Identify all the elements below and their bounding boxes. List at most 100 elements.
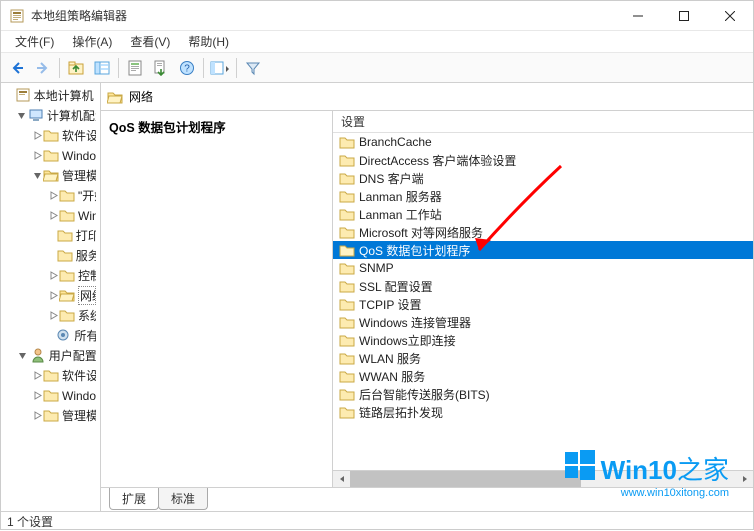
tree-user-config[interactable]: 用户配置 [1, 345, 100, 365]
status-text: 1 个设置 [7, 513, 53, 530]
list-item-label: Windows立即连接 [359, 332, 456, 349]
tree-cc-windows[interactable]: Windows 设置 [1, 145, 100, 165]
list-item[interactable]: BranchCache [333, 133, 753, 151]
maximize-button[interactable] [661, 1, 707, 30]
list-item[interactable]: Windows立即连接 [333, 331, 753, 349]
forward-button[interactable] [31, 56, 55, 80]
folder-icon [59, 307, 75, 323]
app-icon [9, 8, 25, 24]
tree-pane[interactable]: 本地计算机 策略 计算机配置 软件设置 Windows 设置 管理模板 [1, 83, 101, 511]
tree-system[interactable]: 系统 [1, 305, 100, 325]
list-item-label: Lanman 工作站 [359, 206, 442, 223]
list-item[interactable]: Microsoft 对等网络服务 [333, 223, 753, 241]
menu-help[interactable]: 帮助(H) [180, 31, 237, 52]
folder-icon [59, 267, 75, 283]
chevron-right-icon[interactable] [49, 209, 58, 221]
list-item[interactable]: 链路层拓扑发现 [333, 403, 753, 421]
tree-uc-windows[interactable]: Windows 设置 [1, 385, 100, 405]
tree-server[interactable]: 服务器 [1, 245, 100, 265]
tab-standard[interactable]: 标准 [158, 488, 208, 510]
tree-control-panel[interactable]: 控制面板 [1, 265, 100, 285]
menu-file[interactable]: 文件(F) [7, 31, 62, 52]
list-item[interactable]: QoS 数据包计划程序 [333, 241, 753, 259]
chevron-right-icon[interactable] [33, 129, 42, 141]
folder-icon [339, 350, 355, 366]
export-list-button[interactable] [149, 56, 173, 80]
scroll-left-icon[interactable] [333, 471, 350, 487]
chevron-right-icon[interactable] [33, 409, 42, 421]
list-item[interactable]: 后台智能传送服务(BITS) [333, 385, 753, 403]
menu-view[interactable]: 查看(V) [122, 31, 178, 52]
list-item[interactable]: Lanman 工作站 [333, 205, 753, 223]
folder-icon [43, 367, 59, 383]
computer-icon [28, 107, 44, 123]
list-item-label: Microsoft 对等网络服务 [359, 224, 483, 241]
list-item-label: DNS 客户端 [359, 170, 424, 187]
list-item[interactable]: Windows 连接管理器 [333, 313, 753, 331]
folder-icon [43, 147, 59, 163]
view-mode-button[interactable] [208, 56, 232, 80]
folder-icon [59, 207, 75, 223]
chevron-down-icon[interactable] [17, 349, 29, 361]
folder-icon [339, 386, 355, 402]
tree-all-settings[interactable]: 所有设置 [1, 325, 100, 345]
folder-icon [339, 260, 355, 276]
list-item-label: DirectAccess 客户端体验设置 [359, 152, 516, 169]
folder-icon [339, 368, 355, 384]
tree-start-menu[interactable]: "开始"菜单和 [1, 185, 100, 205]
column-header-settings[interactable]: 设置 [333, 111, 753, 133]
list-item[interactable]: WWAN 服务 [333, 367, 753, 385]
menu-action[interactable]: 操作(A) [64, 31, 120, 52]
chevron-right-icon[interactable] [33, 369, 42, 381]
tab-extended[interactable]: 扩展 [109, 488, 159, 510]
folder-icon [339, 242, 355, 258]
folder-open-icon [107, 89, 123, 105]
tree-root[interactable]: 本地计算机 策略 [1, 85, 100, 105]
tree-cc-admin-templates[interactable]: 管理模板 [1, 165, 100, 185]
scroll-right-icon[interactable] [736, 471, 753, 487]
title-bar: 本地组策略编辑器 [1, 1, 753, 31]
list-item[interactable]: Lanman 服务器 [333, 187, 753, 205]
list-item-label: QoS 数据包计划程序 [359, 242, 470, 259]
close-button[interactable] [707, 1, 753, 30]
horizontal-scrollbar[interactable] [333, 470, 753, 487]
list-item-label: TCPIP 设置 [359, 296, 421, 313]
list-item-label: 链路层拓扑发现 [359, 404, 443, 421]
tree-windows-components[interactable]: Windows 组 [1, 205, 100, 225]
chevron-right-icon[interactable] [49, 289, 58, 301]
properties-button[interactable] [123, 56, 147, 80]
tree-printers[interactable]: 打印机 [1, 225, 100, 245]
list-item[interactable]: DirectAccess 客户端体验设置 [333, 151, 753, 169]
folder-icon [339, 134, 355, 150]
chevron-down-icon[interactable] [33, 169, 42, 181]
chevron-right-icon[interactable] [49, 309, 58, 321]
chevron-right-icon[interactable] [49, 189, 58, 201]
minimize-button[interactable] [615, 1, 661, 30]
tree-network[interactable]: 网络 [1, 285, 100, 305]
chevron-right-icon[interactable] [49, 269, 58, 281]
settings-list[interactable]: BranchCacheDirectAccess 客户端体验设置DNS 客户端La… [333, 133, 753, 470]
list-item[interactable]: WLAN 服务 [333, 349, 753, 367]
folder-icon [57, 227, 73, 243]
filter-button[interactable] [241, 56, 265, 80]
folder-icon [339, 152, 355, 168]
list-item[interactable]: DNS 客户端 [333, 169, 753, 187]
chevron-right-icon[interactable] [33, 389, 42, 401]
list-item-label: Lanman 服务器 [359, 188, 442, 205]
list-item[interactable]: TCPIP 设置 [333, 295, 753, 313]
chevron-right-icon[interactable] [33, 149, 42, 161]
folder-icon [339, 278, 355, 294]
back-button[interactable] [5, 56, 29, 80]
up-button[interactable] [64, 56, 88, 80]
tree-cc-software[interactable]: 软件设置 [1, 125, 100, 145]
folder-icon [43, 407, 59, 423]
list-item[interactable]: SSL 配置设置 [333, 277, 753, 295]
chevron-down-icon[interactable] [17, 109, 27, 121]
show-hide-tree-button[interactable] [90, 56, 114, 80]
tree-computer-config[interactable]: 计算机配置 [1, 105, 100, 125]
folder-icon [339, 296, 355, 312]
tree-uc-admin-templates[interactable]: 管理模板 [1, 405, 100, 425]
help-button[interactable]: ? [175, 56, 199, 80]
list-item[interactable]: SNMP [333, 259, 753, 277]
tree-uc-software[interactable]: 软件设置 [1, 365, 100, 385]
